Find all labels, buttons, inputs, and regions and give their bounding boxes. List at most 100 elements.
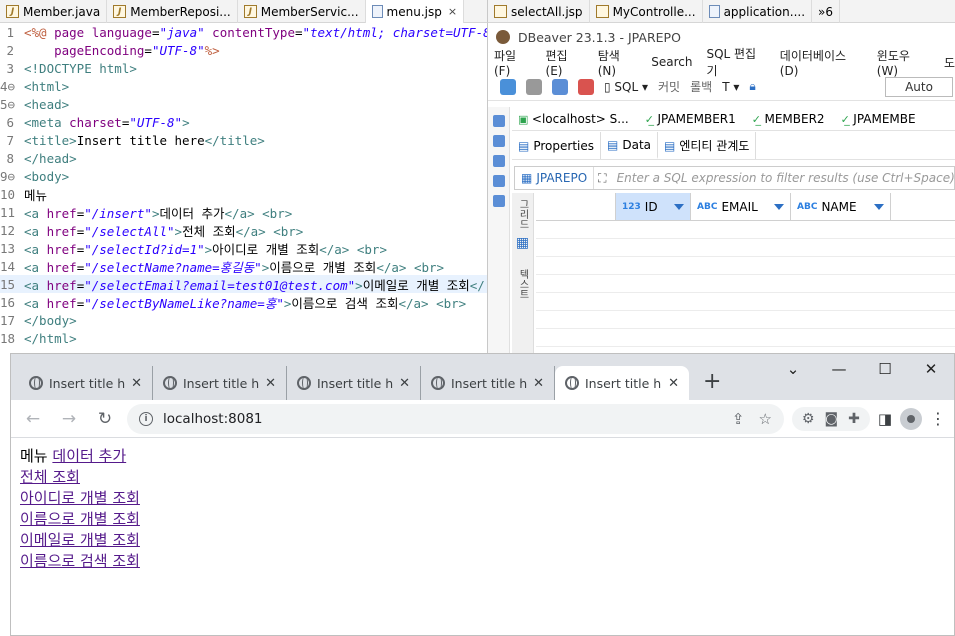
subtab-1[interactable]: ▤ Data xyxy=(601,132,658,159)
bookmark-star-icon[interactable]: ☆ xyxy=(758,410,771,428)
code-line[interactable]: 15 <a href="/selectEmail?email=test01@tes… xyxy=(0,275,487,293)
link-select-name[interactable]: 이름으로 개별 조회 xyxy=(20,510,140,528)
camera-extension-icon[interactable]: ◙ xyxy=(824,411,838,427)
code-text[interactable]: pageEncoding="UTF-8"%> xyxy=(24,43,487,58)
grid-icon[interactable]: ▦ xyxy=(512,235,533,251)
tab-search-icon[interactable]: ⌄ xyxy=(770,354,816,384)
subtab-0[interactable]: ▤ Properties xyxy=(512,132,601,159)
editor-tab[interactable]: MyControlle... xyxy=(590,0,703,23)
code-editor[interactable]: 1 <%@ page language="java" contentType="t… xyxy=(0,23,487,353)
code-text[interactable]: </head> xyxy=(24,151,487,166)
code-text[interactable]: </html> xyxy=(24,331,487,346)
column-menu-icon[interactable] xyxy=(874,203,884,210)
code-line[interactable]: 9⊖ <body> xyxy=(0,167,487,185)
menu-item[interactable]: 탐색(N) xyxy=(598,47,638,78)
rollback-button[interactable]: 롤백 xyxy=(690,78,712,95)
code-text[interactable]: <a href="/selectByNameLike?name=홍">이름으로 … xyxy=(24,293,487,312)
code-text[interactable]: <body> xyxy=(24,169,487,184)
code-text[interactable]: <a href="/selectId?id=1">아이디로 개별 조회</a> … xyxy=(24,239,487,258)
code-text[interactable]: <a href="/insert">데이터 추가</a> <br> xyxy=(24,203,487,222)
code-line[interactable]: 4⊖ <html> xyxy=(0,77,487,95)
link-insert[interactable]: 데이터 추가 xyxy=(52,447,126,465)
close-window-button[interactable]: ✕ xyxy=(908,354,954,384)
close-tab-icon[interactable]: ✕ xyxy=(668,376,679,391)
column-header[interactable]: ABC NAME xyxy=(791,193,891,220)
commit-button[interactable]: 커밋 xyxy=(658,78,680,95)
invalidate-icon[interactable] xyxy=(578,78,594,95)
share-icon[interactable]: ⇪ xyxy=(732,410,745,428)
db-editor-tab[interactable]: ✓̲ JPAMEMBER1 xyxy=(645,112,736,126)
editor-tab[interactable]: selectAll.jsp xyxy=(488,0,590,23)
code-line[interactable]: 14 <a href="/selectName?name=홍길동">이름으로 개별… xyxy=(0,257,487,275)
connect-icon[interactable] xyxy=(500,78,516,95)
url-text[interactable]: localhost:8081 xyxy=(163,411,263,427)
column-header[interactable]: ABC EMAIL xyxy=(691,193,791,220)
site-info-icon[interactable]: i xyxy=(139,411,153,426)
restore-icon[interactable] xyxy=(492,115,505,127)
puzzle-extensions-icon[interactable]: ✚ xyxy=(848,411,860,427)
menu-item[interactable]: SQL 편집기 xyxy=(706,45,765,79)
subtab-2[interactable]: ▤ 엔티티 관계도 xyxy=(658,132,757,159)
back-button[interactable]: ← xyxy=(19,405,47,433)
filter-entity[interactable]: ▦ JPAREPO xyxy=(515,167,595,189)
restore-icon-2[interactable] xyxy=(492,175,505,187)
close-tab-icon[interactable]: ✕ xyxy=(265,376,276,391)
browser-tab[interactable]: Insert title h ✕ xyxy=(287,366,421,400)
code-line[interactable]: 2 pageEncoding="UTF-8"%> xyxy=(0,41,487,59)
code-text[interactable]: <head> xyxy=(24,97,487,112)
filter-input[interactable]: Enter a SQL expression to filter results… xyxy=(611,171,955,185)
new-tab-button[interactable]: + xyxy=(703,369,721,394)
close-tab-icon[interactable]: ✕ xyxy=(131,376,142,391)
editor-tab[interactable]: J Member.java xyxy=(0,0,108,23)
menu-item[interactable]: 윈도우(W) xyxy=(877,47,930,78)
code-text[interactable]: <a href="/selectEmail?email=test01@test.… xyxy=(24,275,487,294)
code-text[interactable]: <a href="/selectName?name=홍길동">이름으로 개별 조… xyxy=(24,257,487,276)
profile-avatar[interactable] xyxy=(900,407,922,430)
code-line[interactable]: 10 메뉴 xyxy=(0,185,487,203)
menu-item[interactable]: 편집(E) xyxy=(546,47,584,78)
disconnect-icon[interactable] xyxy=(526,78,542,95)
editor-tab[interactable]: application.... xyxy=(703,0,813,23)
project-icon[interactable] xyxy=(492,155,505,167)
db-editor-tab[interactable]: ✓̲ MEMBER2 xyxy=(752,112,825,126)
code-line[interactable]: 13 <a href="/selectId?id=1">아이디로 개별 조회</a… xyxy=(0,239,487,257)
link-select-id[interactable]: 아이디로 개별 조회 xyxy=(20,489,140,507)
code-text[interactable]: <!DOCTYPE html> xyxy=(24,61,487,76)
code-line[interactable]: 8 </head> xyxy=(0,149,487,167)
lock-icon[interactable]: 🔒︎ xyxy=(749,79,755,94)
settings-extension-icon[interactable]: ⚙ xyxy=(802,411,815,427)
code-line[interactable]: 17 </body> xyxy=(0,311,487,329)
menu-item[interactable]: 파일(F) xyxy=(494,47,532,78)
column-menu-icon[interactable] xyxy=(774,203,784,210)
menu-kebab-icon[interactable]: ⋮ xyxy=(930,409,946,428)
code-line[interactable]: 16 <a href="/selectByNameLike?name=홍">이름으… xyxy=(0,293,487,311)
sql-button[interactable]: ▯ SQL ▾ xyxy=(604,80,648,94)
minimize-button[interactable]: — xyxy=(816,354,862,384)
code-text[interactable]: <html> xyxy=(24,79,487,94)
code-line[interactable]: 1 <%@ page language="java" contentType="t… xyxy=(0,23,487,41)
close-icon[interactable]: × xyxy=(448,5,457,18)
code-line[interactable]: 12 <a href="/selectAll">전체 조회</a> <br> xyxy=(0,221,487,239)
code-text[interactable]: <%@ page language="java" contentType="te… xyxy=(24,25,487,40)
link-select-name-like[interactable]: 이름으로 검색 조회 xyxy=(20,552,140,570)
code-line[interactable]: 5⊖ <head> xyxy=(0,95,487,113)
text-mode-label[interactable]: 텍스트 xyxy=(515,269,530,299)
code-text[interactable]: 메뉴 xyxy=(24,185,487,204)
transaction-mode-icon[interactable]: T ▾ xyxy=(722,80,739,94)
code-text[interactable]: <title>Insert title here</title> xyxy=(24,133,487,148)
reload-button[interactable]: ↻ xyxy=(91,405,119,433)
address-bar[interactable]: i localhost:8081 ⇪ ☆ xyxy=(127,403,784,434)
code-line[interactable]: 7 <title>Insert title here</title> xyxy=(0,131,487,149)
grid-mode-label[interactable]: 그리드 xyxy=(515,199,530,229)
reconnect-icon[interactable] xyxy=(552,78,568,95)
panel-icon[interactable] xyxy=(492,195,505,207)
menu-item[interactable]: 도 xyxy=(944,54,955,71)
editor-tab[interactable]: menu.jsp × xyxy=(365,0,465,23)
database-icon[interactable] xyxy=(492,135,505,147)
code-text[interactable]: </body> xyxy=(24,313,487,328)
column-header[interactable]: 123 ID xyxy=(616,193,691,220)
link-select-all[interactable]: 전체 조회 xyxy=(20,468,80,486)
browser-tab[interactable]: Insert title h ✕ xyxy=(153,366,287,400)
db-editor-tab[interactable]: ✓̲ JPAMEMBE xyxy=(841,112,916,126)
column-menu-icon[interactable] xyxy=(674,203,684,210)
